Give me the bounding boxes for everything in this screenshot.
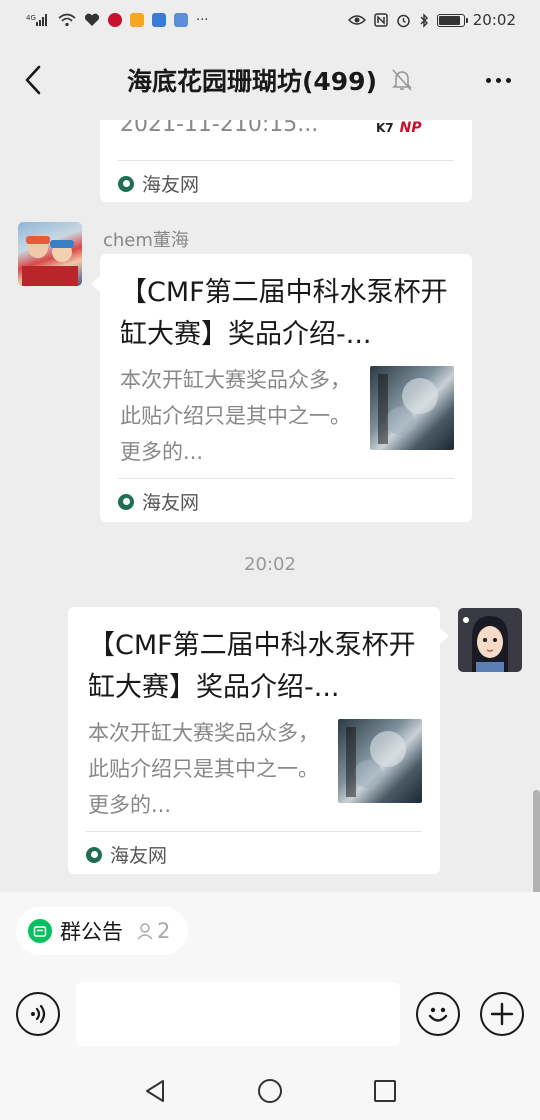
bubble-tail (91, 276, 100, 292)
k7-logo: K7 (376, 121, 394, 135)
link-card-outgoing[interactable]: 【CMF第二届中科水泵杯开缸大赛】奖品介绍-... 本次开缸大赛奖品众多，此贴介… (68, 607, 440, 874)
svg-text:4G: 4G (26, 14, 36, 22)
voice-icon (31, 1004, 46, 1024)
emoji-button[interactable] (416, 992, 460, 1036)
card-thumbnail (338, 719, 422, 803)
plus-button[interactable] (480, 992, 524, 1036)
sender-name: chem董海 (103, 230, 189, 251)
card-source-label: 海友网 (110, 845, 168, 867)
source-logo-icon (118, 175, 134, 192)
nav-home-button[interactable] (255, 1076, 285, 1106)
notice-count-value: 2 (157, 919, 171, 943)
wifi-icon (58, 13, 76, 27)
avatar-illustration-icon (458, 608, 522, 672)
input-bar (0, 966, 540, 1062)
mute-bell-icon (392, 69, 412, 91)
sender-avatar[interactable] (18, 222, 82, 286)
nav-recents-button[interactable] (370, 1076, 400, 1106)
chat-area[interactable]: 2021-11-210:15... K7 NP 海友网 chem董海 【CMF第… (0, 120, 540, 892)
shop-app-icon (130, 13, 144, 27)
card-source-label: 海友网 (142, 174, 200, 196)
voice-button[interactable] (16, 992, 60, 1036)
status-bar-left: 4G ··· (26, 13, 208, 28)
nav-home-icon (258, 1079, 282, 1103)
signal-icon: 4G (26, 13, 50, 27)
nav-back-icon (146, 1080, 164, 1102)
status-time: 20:02 (472, 11, 516, 29)
bluetooth-icon (419, 12, 429, 28)
store-app-icon (174, 13, 188, 27)
card-date-line: 2021-11-210:15... (120, 120, 319, 137)
card-source: 海友网 (86, 841, 167, 868)
notice-read-count: 2 (135, 919, 170, 943)
music-app-icon (152, 13, 166, 27)
nfc-icon (374, 13, 388, 27)
system-nav-bar (0, 1062, 540, 1120)
card-source: 海友网 (118, 170, 199, 197)
card-divider (118, 478, 454, 479)
scroll-indicator[interactable] (533, 790, 540, 892)
np-logo: NP (399, 120, 422, 136)
more-notifications-icon: ··· (196, 12, 209, 28)
nav-recents-icon (374, 1080, 396, 1102)
battery-icon (436, 13, 468, 27)
card-thumbnail (370, 366, 454, 450)
card-description: 本次开缸大赛奖品众多，此贴介绍只是其中之一。更多的... (88, 721, 319, 817)
more-dot-icon (485, 77, 491, 83)
person-icon (137, 923, 153, 940)
source-logo-icon (118, 493, 134, 510)
group-notice-chip[interactable]: 群公告 2 (16, 907, 189, 955)
time-divider: 20:02 (244, 554, 296, 575)
health-app-icon (84, 13, 100, 27)
eye-icon (347, 14, 366, 26)
bubble-tail (440, 628, 449, 644)
announcement-icon (28, 919, 52, 943)
link-card-incoming[interactable]: 【CMF第二届中科水泵杯开缸大赛】奖品介绍-... 本次开缸大赛奖品众多，此贴介… (100, 254, 472, 522)
notice-area: 群公告 2 (0, 892, 540, 966)
plus-icon (490, 1002, 514, 1026)
message-input[interactable] (76, 982, 400, 1046)
alarm-icon (396, 13, 411, 28)
card-source: 海友网 (118, 488, 199, 515)
link-card-partial[interactable]: 2021-11-210:15... K7 NP 海友网 (100, 120, 472, 202)
bank-app-icon (108, 13, 122, 27)
status-bar: 4G ··· 20:02 (0, 0, 540, 40)
card-title: 【CMF第二届中科水泵杯开缸大赛】奖品介绍-... (120, 277, 448, 350)
aquarium-image-icon (378, 374, 438, 444)
card-title: 【CMF第二届中科水泵杯开缸大赛】奖品介绍-... (88, 630, 416, 703)
card-logos: K7 NP (376, 120, 450, 138)
card-divider (86, 831, 422, 832)
chat-header: 海底花园珊瑚坊(499) (0, 40, 540, 120)
more-dot-icon (505, 77, 511, 83)
title-wrap: 海底花园珊瑚坊(499) (0, 40, 540, 120)
status-bar-right: 20:02 (347, 11, 516, 29)
card-description: 本次开缸大赛奖品众多，此贴介绍只是其中之一。更多的... (120, 368, 351, 464)
avatar-photo-icon (22, 236, 78, 286)
group-notice-label: 群公告 (60, 920, 123, 944)
my-avatar[interactable] (458, 608, 522, 672)
more-button[interactable] (480, 62, 516, 98)
more-dot-icon (495, 77, 501, 83)
aquarium-image-icon (346, 727, 406, 797)
source-logo-icon (86, 846, 102, 863)
card-divider (118, 160, 454, 161)
nav-back-button[interactable] (140, 1076, 170, 1106)
chat-title: 海底花园珊瑚坊(499) (126, 67, 378, 96)
emoji-icon (428, 1007, 448, 1022)
card-source-label: 海友网 (142, 492, 200, 514)
